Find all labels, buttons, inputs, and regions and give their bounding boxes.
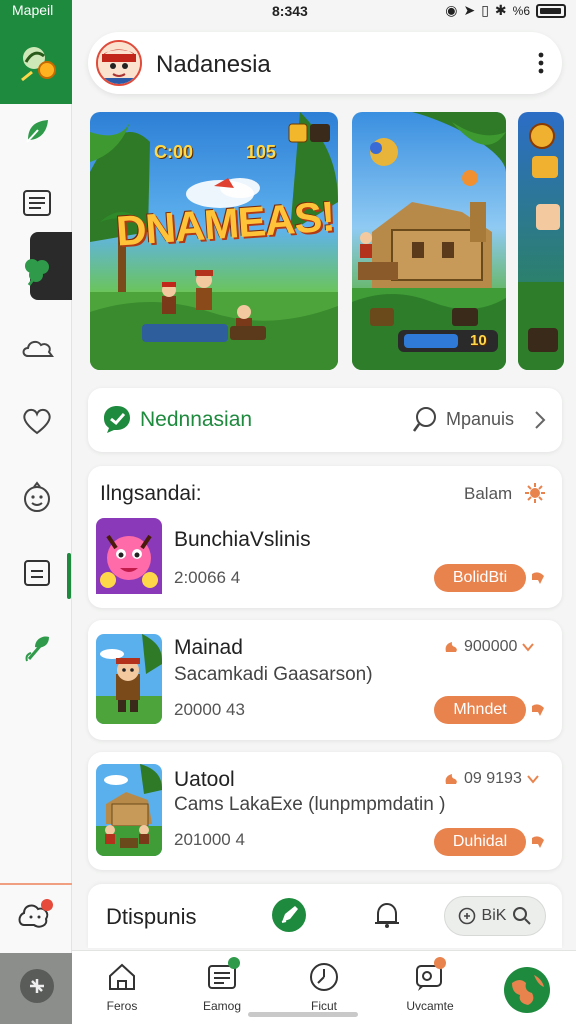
notification-bubble-icon[interactable]	[16, 897, 54, 935]
chevron-down-icon[interactable]	[526, 774, 540, 784]
flame-icon	[445, 774, 457, 784]
nav-label: Uvcamte	[406, 999, 454, 1013]
signal-text: %6	[512, 3, 530, 18]
item-meta: 201000 4	[174, 830, 245, 849]
item-subtitle: Sacamkadi Gaasarson)	[174, 664, 373, 685]
nav-badge	[434, 957, 446, 969]
home-indicator	[248, 1012, 358, 1017]
status-icons: ◉ ➤ ▯ ✱ %6	[445, 2, 566, 19]
flame-icon	[445, 642, 457, 652]
item-count: 900000	[444, 638, 535, 656]
battery-icon	[536, 3, 566, 18]
rail-header: Mapeil	[0, 0, 72, 104]
quick-search-label: BiK	[481, 907, 507, 924]
nav-label: Ficut	[310, 999, 337, 1013]
app-logo-icon[interactable]	[14, 40, 60, 86]
plant-icon[interactable]	[18, 630, 56, 668]
nav-item-home[interactable]: Feros	[82, 961, 162, 1021]
item-count-value: 900000	[464, 638, 518, 655]
avatar[interactable]	[96, 40, 142, 86]
rail-active-indicator	[67, 553, 71, 599]
chat-bubble-icon	[104, 406, 130, 433]
search-icon	[513, 907, 532, 925]
banner-level-counter: 105	[246, 142, 277, 162]
settings-icon[interactable]	[18, 967, 56, 1005]
nav-label: Eamog	[202, 999, 242, 1013]
rail-settings-area	[0, 953, 72, 1024]
item-count: 09 9193	[444, 770, 540, 788]
sun-badge-icon	[525, 483, 545, 503]
list-item[interactable]: Mainad Sacamkadi Gaasarson) 20000 43 900…	[88, 620, 562, 740]
list-item[interactable]: Ilngsandai: Balam BunchiaVslinis 2:0066 …	[88, 466, 562, 608]
app-header: Nadanesia	[88, 32, 562, 94]
compose-button[interactable]	[272, 898, 306, 932]
list-title: Ilngsandai:	[100, 482, 202, 505]
item-name: Mainad	[174, 636, 243, 659]
nav-label: Feros	[106, 999, 138, 1013]
left-rail: Mapeil	[0, 0, 72, 1024]
item-meta: 2:0066 4	[174, 568, 241, 587]
banner-coin-counter: C:00	[154, 142, 194, 162]
quick-search-button[interactable]: BiK	[444, 896, 546, 936]
banner-hud-icons	[288, 123, 330, 143]
clock-icon	[310, 963, 338, 991]
nav-badge	[228, 957, 240, 969]
heart-icon[interactable]	[18, 402, 56, 440]
bluetooth-icon: ✱	[494, 2, 507, 18]
item-subtitle: Cams LakaExe (lunpmpmdatin )	[174, 794, 446, 815]
item-action-button[interactable]: BolidBti	[434, 564, 526, 592]
location-icon: ◉	[445, 2, 458, 18]
action-bar-label: Dtispunis	[106, 904, 197, 929]
vibrate-icon: ▯	[481, 2, 489, 18]
item-action-button[interactable]: Duhidal	[434, 828, 526, 856]
header-title: Nadanesia	[156, 51, 271, 78]
coin-icon	[458, 907, 475, 925]
list-icon[interactable]	[18, 184, 56, 222]
banner3-scenery	[518, 123, 564, 370]
bell-icon[interactable]	[372, 900, 402, 930]
nav-games-icon-wrap	[206, 957, 240, 993]
chevron-right-icon[interactable]	[534, 410, 546, 430]
status-bar: 8:343 ◉ ➤ ▯ ✱ %6	[72, 0, 576, 24]
item-action-chevron-icon[interactable]	[530, 570, 546, 586]
item-thumbnail	[96, 634, 162, 724]
globe-icon[interactable]	[502, 965, 552, 1015]
status-time: 8:343	[272, 3, 308, 19]
cloud-icon[interactable]	[18, 330, 56, 368]
featured-banner-second[interactable]: 10	[352, 112, 506, 370]
pencil-icon	[281, 906, 298, 923]
document-icon[interactable]	[18, 554, 56, 592]
more-options-icon[interactable]	[538, 48, 544, 78]
item-action-chevron-icon[interactable]	[530, 702, 546, 718]
clover-icon[interactable]	[18, 252, 56, 290]
home-icon	[109, 963, 135, 990]
action-bar: Dtispunis BiK	[88, 884, 562, 948]
chevron-down-icon[interactable]	[521, 642, 535, 652]
leaf-icon[interactable]	[18, 112, 56, 150]
item-count-value: 09 9193	[464, 770, 522, 787]
status-carrier: Mapeil	[12, 2, 54, 18]
search-brand: Nednnasian	[140, 408, 253, 431]
item-name: Uatool	[174, 768, 235, 791]
nav-item-profile[interactable]: Uvcamte	[390, 957, 470, 1021]
item-thumbnail	[96, 764, 162, 856]
item-meta: 20000 43	[174, 700, 245, 719]
list-item[interactable]: Uatool Cams LakaExe (lunpmpmdatin ) 2010…	[88, 752, 562, 870]
item-thumbnail	[96, 518, 162, 606]
item-action-button[interactable]: Mhndet	[434, 696, 526, 724]
featured-banner-third[interactable]	[518, 112, 564, 370]
smiley-icon[interactable]	[18, 478, 56, 516]
navigation-icon: ➤	[463, 2, 476, 18]
list-action-label[interactable]: Balam	[464, 484, 512, 504]
search-filter-label[interactable]: Mpanuis	[446, 409, 514, 430]
item-name: BunchiaVslinis	[174, 528, 311, 551]
nav-profile-icon-wrap	[414, 957, 446, 993]
item-action-chevron-icon[interactable]	[530, 834, 546, 850]
search-icon[interactable]	[412, 406, 438, 434]
search-strip: Nednnasian Mpanuis	[88, 388, 562, 452]
featured-banner-main[interactable]: C:00 105 DNAMEAS!	[90, 112, 338, 370]
banner2-value: 10	[470, 332, 487, 349]
